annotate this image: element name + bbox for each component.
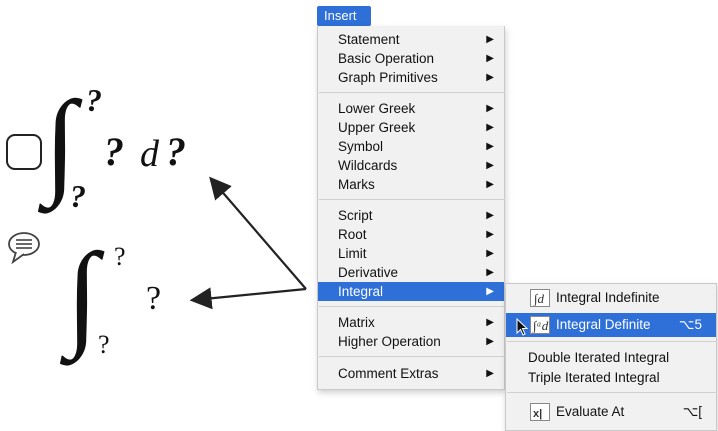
submenu-arrow-icon: ▶ bbox=[486, 34, 494, 45]
submenu-arrow-icon: ▶ bbox=[486, 368, 494, 379]
svg-text:∫d: ∫d bbox=[533, 291, 545, 306]
submenu-arrow-icon: ▶ bbox=[486, 53, 494, 64]
menu-item-derivative[interactable]: Derivative ▶ bbox=[318, 263, 504, 282]
menu-item-label: Marks bbox=[338, 177, 375, 192]
submenu-arrow-icon: ▶ bbox=[486, 248, 494, 259]
menu-item-label: Derivative bbox=[338, 265, 399, 280]
menu-item-label: Upper Greek bbox=[338, 120, 416, 135]
menu-item-limit[interactable]: Limit ▶ bbox=[318, 244, 504, 263]
menu-item-label: Statement bbox=[338, 32, 400, 47]
svg-text:x|: x| bbox=[533, 408, 542, 420]
submenu-arrow-icon: ▶ bbox=[486, 336, 494, 347]
submenu-item-integral-definite[interactable]: ∫ᵃd Integral Definite ⌥5 bbox=[506, 313, 716, 337]
submenu-item-label: Triple Iterated Integral bbox=[528, 370, 660, 385]
menu-separator bbox=[319, 92, 505, 93]
submenu-arrow-icon: ▶ bbox=[486, 103, 494, 114]
submenu-item-label: Integral Indefinite bbox=[556, 290, 660, 305]
menu-item-basic-operation[interactable]: Basic Operation ▶ bbox=[318, 49, 504, 68]
menu-item-marks[interactable]: Marks ▶ bbox=[318, 175, 504, 194]
menu-item-graph-primitives[interactable]: Graph Primitives ▶ bbox=[318, 68, 504, 87]
menu-item-integral[interactable]: Integral ▶ bbox=[318, 282, 504, 301]
shortcut-label: ⌥5 bbox=[678, 317, 702, 332]
menu-item-label: Wildcards bbox=[338, 158, 398, 173]
menu-separator bbox=[507, 341, 717, 342]
mouse-cursor-icon bbox=[516, 318, 528, 336]
menu-item-upper-greek[interactable]: Upper Greek ▶ bbox=[318, 118, 504, 137]
menu-item-label: Integral bbox=[338, 284, 384, 299]
shortcut-label: ⌥[ bbox=[682, 404, 702, 419]
submenu-arrow-icon: ▶ bbox=[486, 122, 494, 133]
menu-item-higher-operation[interactable]: Higher Operation ▶ bbox=[318, 332, 504, 351]
menu-item-label: Matrix bbox=[338, 315, 375, 330]
submenu-item-evaluate-at[interactable]: x| Evaluate At ⌥[ bbox=[506, 400, 716, 424]
evaluate-at-icon: x| bbox=[530, 403, 550, 421]
insert-menu: Statement ▶ Basic Operation ▶ Graph Primit… bbox=[317, 26, 505, 390]
menu-item-statement[interactable]: Statement ▶ bbox=[318, 30, 504, 49]
menu-item-matrix[interactable]: Matrix ▶ bbox=[318, 313, 504, 332]
submenu-arrow-icon: ▶ bbox=[486, 141, 494, 152]
menu-separator bbox=[319, 356, 505, 357]
menu-separator bbox=[319, 306, 505, 307]
menu-item-root[interactable]: Root ▶ bbox=[318, 225, 504, 244]
menu-item-label: Script bbox=[338, 208, 373, 223]
menu-insert[interactable]: Insert bbox=[317, 6, 371, 26]
menu-item-label: Limit bbox=[338, 246, 367, 261]
menu-item-label: Symbol bbox=[338, 139, 384, 154]
integral-definite-icon: ∫ᵃd bbox=[530, 316, 550, 334]
submenu-item-triple-iterated-integral[interactable]: Triple Iterated Integral bbox=[506, 368, 716, 388]
menu-item-label: Basic Operation bbox=[338, 51, 435, 66]
submenu-arrow-icon: ▶ bbox=[486, 72, 494, 83]
menu-item-label: Higher Operation bbox=[338, 334, 441, 349]
submenu-item-label: Integral Definite bbox=[556, 317, 651, 332]
menu-item-comment-extras[interactable]: Comment Extras ▶ bbox=[318, 364, 504, 383]
submenu-arrow-icon: ▶ bbox=[486, 286, 494, 297]
submenu-arrow-icon: ▶ bbox=[486, 210, 494, 221]
submenu-arrow-icon: ▶ bbox=[486, 317, 494, 328]
submenu-item-integral-indefinite[interactable]: ∫d Integral Indefinite bbox=[506, 286, 716, 310]
integral-submenu: ∫d Integral Indefinite ∫ᵃd Integral Defi… bbox=[505, 283, 717, 431]
menu-item-script[interactable]: Script ▶ bbox=[318, 206, 504, 225]
menu-item-label: Root bbox=[338, 227, 367, 242]
submenu-arrow-icon: ▶ bbox=[486, 160, 494, 171]
submenu-item-double-iterated-integral[interactable]: Double Iterated Integral bbox=[506, 348, 716, 368]
submenu-item-label: Double Iterated Integral bbox=[528, 350, 670, 365]
menu-item-label: Graph Primitives bbox=[338, 70, 438, 85]
menu-item-symbol[interactable]: Symbol ▶ bbox=[318, 137, 504, 156]
integral-indefinite-icon: ∫d bbox=[530, 289, 550, 307]
menu-item-label: Comment Extras bbox=[338, 366, 439, 381]
submenu-arrow-icon: ▶ bbox=[486, 179, 494, 190]
menu-item-lower-greek[interactable]: Lower Greek ▶ bbox=[318, 99, 504, 118]
submenu-arrow-icon: ▶ bbox=[486, 267, 494, 278]
submenu-arrow-icon: ▶ bbox=[486, 229, 494, 240]
menu-item-wildcards[interactable]: Wildcards ▶ bbox=[318, 156, 504, 175]
menu-item-label: Lower Greek bbox=[338, 101, 416, 116]
svg-text:∫ᵃd: ∫ᵃd bbox=[532, 318, 549, 333]
menu-separator bbox=[319, 199, 505, 200]
submenu-item-label: Evaluate At bbox=[556, 404, 625, 419]
menu-separator bbox=[507, 392, 717, 393]
